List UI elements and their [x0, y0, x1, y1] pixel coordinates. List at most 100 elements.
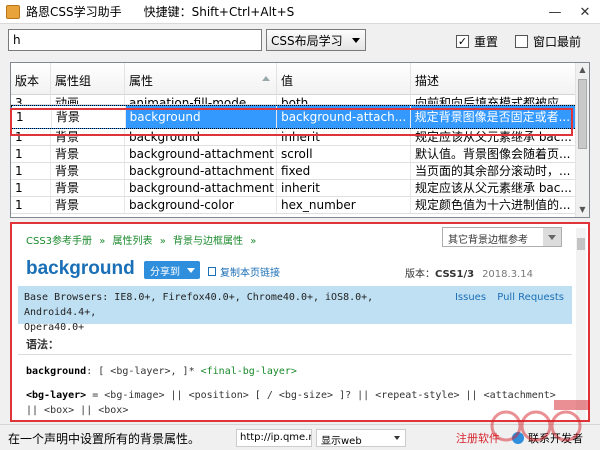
cell-property: background-color	[125, 197, 277, 213]
syntax-body: : [ <bg-layer>, ]*	[86, 366, 201, 377]
syntax-keyword: background	[26, 366, 87, 377]
minimize-icon[interactable]: —	[540, 0, 570, 24]
compat-browsers-cont: Opera40.0+	[24, 322, 85, 333]
cell-property: animation-fill-mode	[125, 95, 277, 104]
table-row[interactable]: 1 背景 background-attachment fixed 当页面的其余部…	[11, 163, 577, 180]
category-select[interactable]: CSS布局学习	[266, 29, 366, 51]
table-header: 版本 属性组 属性 值 描述	[11, 63, 577, 95]
display-mode-value: 显示web	[321, 436, 362, 447]
cell-version: 1	[11, 197, 51, 213]
compat-browsers: Base Browsers: IE8.0+, Firefox40.0+, Chr…	[24, 292, 374, 318]
compatibility-box: Base Browsers: IE8.0+, Firefox40.0+, Chr…	[18, 286, 572, 333]
cell-version: 1	[12, 106, 52, 128]
copy-icon	[208, 267, 216, 276]
cell-group: 背景	[51, 106, 126, 128]
scroll-thumb[interactable]	[577, 238, 585, 250]
table-row[interactable]: 1 背景 background inherit 规定应该从父元素继承 bac..…	[11, 129, 577, 146]
syntax-body: = <bg-image> || <position> [ / <bg-size>…	[26, 390, 556, 416]
cell-version: 1	[11, 163, 51, 179]
breadcrumb-property-list[interactable]: 属性列表	[113, 236, 153, 247]
table-row[interactable]: 3 动画 animation-fill-mode both 向前和向后填充模式都…	[11, 95, 577, 105]
title-bar: 路恩CSS学习助手 快捷键：Shift+Ctrl+Alt+S — ✕	[0, 0, 600, 24]
pull-requests-link[interactable]: Pull Requests	[497, 292, 564, 303]
cell-value: both	[277, 95, 411, 104]
column-header-property-label: 属性	[129, 74, 154, 88]
cell-group: 背景	[51, 180, 125, 196]
table-row[interactable]: 1 背景 background-color hex_number 规定颜色值为十…	[11, 197, 577, 214]
status-bar: 在一个声明中设置所有的背景属性。 http://ip.qme.na 显示web …	[0, 424, 600, 450]
cell-version: 1	[11, 129, 51, 145]
cell-property: background-attachment	[125, 163, 277, 179]
contact-developer-link[interactable]: 联系开发者	[512, 430, 583, 446]
cell-version: 1	[11, 146, 51, 162]
reset-checkbox[interactable]: ✓ 重置	[456, 33, 498, 50]
table-row[interactable]: 1 背景 background-attachment scroll 默认值。背景…	[11, 146, 577, 163]
cell-description: 规定背景图像是否固定或者...	[414, 110, 571, 124]
cell-group: 背景	[51, 163, 125, 179]
doc-scrollbar[interactable]	[576, 228, 586, 420]
column-header-property[interactable]: 属性	[125, 63, 277, 95]
other-reference-value: 其它背景边框参考	[448, 235, 528, 246]
cell-group: 背景	[51, 129, 125, 145]
breadcrumb-css3-manual[interactable]: CSS3参考手册	[26, 236, 92, 247]
table-scrollbar[interactable]: ▲ ▼	[575, 63, 589, 217]
divider	[18, 354, 572, 355]
copy-link-label: 复制本页链接	[220, 268, 280, 279]
checkbox-checked-icon[interactable]: ✓	[456, 35, 469, 48]
cell-property: background	[126, 106, 278, 128]
version-date: 2018.3.14	[482, 269, 533, 280]
cell-property: background-attachment	[125, 146, 277, 162]
breadcrumb-separator: »	[250, 236, 257, 247]
register-link[interactable]: 注册软件	[456, 430, 500, 446]
table-row-selected[interactable]: 1 背景 background background-attach... 规定背…	[11, 105, 577, 129]
search-input[interactable]	[8, 29, 262, 51]
breadcrumb-separator: »	[159, 236, 166, 247]
cell-description: 向前和向后填充模式都被应...	[415, 96, 571, 104]
chevron-down-icon	[352, 38, 360, 43]
version-label: 版本：	[405, 269, 435, 280]
cell-value: background-attach...	[277, 106, 411, 128]
syntax-line: background: [ <bg-layer>, ]* <final-bg-l…	[26, 366, 297, 377]
chevron-down-icon	[394, 436, 400, 440]
share-label: 分享到	[150, 267, 180, 278]
category-select-value: CSS布局学习	[271, 33, 343, 48]
scroll-up-icon[interactable]: ▲	[576, 63, 589, 77]
display-mode-select[interactable]: 显示web	[316, 429, 406, 447]
chevron-down-icon	[543, 228, 561, 246]
topmost-checkbox[interactable]: 窗口最前	[515, 33, 581, 50]
column-header-group[interactable]: 属性组	[51, 63, 125, 95]
cell-description: 当页面的其余部分滚动时，...	[415, 164, 571, 178]
column-header-value[interactable]: 值	[277, 63, 411, 95]
version-value: CSS1/3	[435, 269, 475, 280]
contact-label: 联系开发者	[528, 432, 583, 445]
cell-value: hex_number	[277, 197, 411, 213]
syntax-link[interactable]: <final-bg-layer>	[201, 366, 297, 377]
cell-property: background-attachment	[125, 180, 277, 196]
topmost-label: 窗口最前	[533, 35, 582, 49]
scroll-thumb[interactable]	[578, 79, 587, 149]
cell-group: 动画	[51, 95, 125, 104]
copy-link-button[interactable]: 复制本页链接	[208, 264, 280, 279]
cell-property: background	[125, 129, 277, 145]
close-icon[interactable]: ✕	[570, 0, 600, 24]
hotkey-hint: 快捷键：Shift+Ctrl+Alt+S	[143, 5, 295, 19]
scroll-down-icon[interactable]: ▼	[576, 203, 589, 217]
column-header-version[interactable]: 版本	[11, 63, 51, 95]
syntax-line: <bg-layer> = <bg-image> || <position> [ …	[26, 388, 566, 418]
results-table[interactable]: 版本 属性组 属性 值 描述 3 动画 animation-fill-mode …	[10, 62, 590, 218]
column-header-description[interactable]: 描述	[411, 63, 577, 95]
app-icon	[6, 4, 20, 19]
table-row[interactable]: 1 背景 background-attachment inherit 规定应该从…	[11, 180, 577, 197]
url-field[interactable]: http://ip.qme.na	[236, 429, 312, 447]
syntax-heading: 语法：	[26, 338, 59, 351]
other-reference-select[interactable]: 其它背景边框参考	[442, 227, 562, 247]
cell-value: scroll	[277, 146, 411, 162]
page-title: background	[26, 258, 135, 279]
share-button[interactable]: 分享到	[144, 261, 200, 279]
issues-link[interactable]: Issues	[455, 292, 486, 303]
breadcrumb-bg-border[interactable]: 背景与边框属性	[173, 236, 243, 247]
checkbox-unchecked-icon[interactable]	[515, 35, 528, 48]
cell-value: fixed	[277, 163, 411, 179]
cell-description: 规定应该从父元素继承 bac...	[415, 181, 572, 195]
reset-label: 重置	[474, 35, 499, 49]
